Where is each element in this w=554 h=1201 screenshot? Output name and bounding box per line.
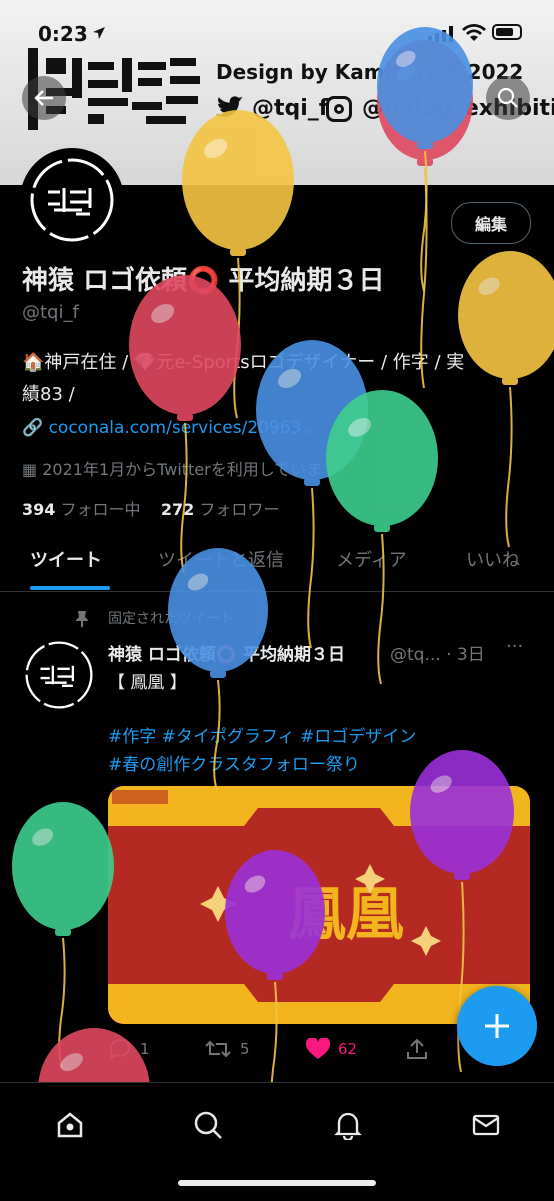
edit-profile-button[interactable]: 編集 bbox=[451, 202, 531, 244]
retweet-button[interactable]: 5 bbox=[204, 1038, 250, 1060]
profile-bio-line1: 🏠神戸在住 / 💎元e-Sportsロゴデザイナー / 作字 / 実 bbox=[22, 352, 465, 373]
mail-icon bbox=[472, 1114, 500, 1136]
tweet-image-title: 鳳凰 bbox=[288, 880, 404, 948]
share-icon bbox=[407, 1038, 427, 1059]
back-button[interactable] bbox=[22, 76, 66, 120]
calendar-icon: ▦ bbox=[22, 460, 38, 479]
compose-tweet-button[interactable] bbox=[457, 986, 537, 1066]
wifi-icon bbox=[462, 24, 486, 46]
nav-notifications[interactable] bbox=[328, 1105, 368, 1145]
joined-text: 2021年1月からTwitterを利用しています bbox=[42, 460, 339, 479]
profile-joined: ▦ 2021年1月からTwitterを利用しています bbox=[22, 456, 338, 480]
like-count: 62 bbox=[338, 1040, 358, 1058]
banner-twitter-handle: @tqi_f bbox=[252, 96, 329, 121]
profile-avatar[interactable] bbox=[20, 148, 124, 252]
balloon bbox=[256, 340, 368, 649]
compose-plus-icon bbox=[485, 1014, 509, 1038]
instagram-icon bbox=[326, 96, 352, 122]
profile-handle: @tqi_f bbox=[22, 302, 79, 323]
pinned-label: 固定されたツイート bbox=[108, 611, 234, 627]
balloon bbox=[458, 251, 554, 548]
like-button[interactable]: 62 bbox=[306, 1038, 357, 1060]
tweet-hashtags-line2[interactable]: #春の創作クラスタフォロー祭り bbox=[108, 750, 360, 775]
tweet-more-button[interactable]: ··· bbox=[506, 636, 523, 657]
home-icon bbox=[57, 1112, 83, 1138]
active-tab-indicator bbox=[30, 586, 110, 590]
profile-bio-line2: 績83 / bbox=[22, 384, 75, 405]
location-arrow-icon bbox=[92, 25, 106, 44]
followers-label: フォロワー bbox=[199, 500, 280, 519]
bell-icon bbox=[334, 1112, 362, 1140]
tweet-hashtags-line1[interactable]: #作字 #タイポグラフィ #ロゴデザイン bbox=[108, 722, 416, 747]
follow-stats: 394 フォロー中 272 フォロワー bbox=[22, 496, 279, 520]
followers-count: 272 bbox=[160, 500, 195, 519]
following-count: 394 bbox=[22, 500, 56, 519]
profile-name: 神猿 ロゴ依頼⭕ 平均納期３日 bbox=[22, 266, 385, 296]
reply-button[interactable]: 1 bbox=[108, 1038, 150, 1060]
tweet-image-art: 鳳凰 bbox=[108, 786, 530, 1024]
search-icon bbox=[194, 1111, 222, 1139]
profile-link-text: coconala.com/services/20963... bbox=[48, 418, 318, 438]
tab-media[interactable]: メディア bbox=[336, 546, 407, 572]
share-button[interactable] bbox=[406, 1038, 428, 1060]
profile-link[interactable]: 🔗 coconala.com/services/20963... bbox=[22, 418, 318, 438]
tweet-avatar[interactable] bbox=[22, 638, 96, 712]
link-icon: 🔗 bbox=[22, 418, 44, 438]
home-indicator bbox=[178, 1180, 376, 1186]
tab-tweets[interactable]: ツイート bbox=[30, 546, 102, 572]
tab-tweets-replies[interactable]: ツイートと返信 bbox=[158, 546, 284, 572]
tweet-author-name[interactable]: 神猿 ロゴ依頼⭕ 平均納期３日 bbox=[108, 640, 345, 665]
following-link[interactable]: 394 フォロー中 bbox=[22, 500, 141, 519]
battery-icon bbox=[492, 24, 522, 40]
heart-icon bbox=[306, 1038, 330, 1059]
search-icon bbox=[497, 87, 518, 108]
balloon bbox=[12, 802, 114, 1069]
retweet-count: 5 bbox=[240, 1040, 250, 1058]
retweet-icon bbox=[205, 1040, 231, 1058]
pin-icon bbox=[74, 610, 90, 632]
reply-count: 1 bbox=[140, 1040, 150, 1058]
nav-home[interactable] bbox=[50, 1105, 90, 1145]
nav-search[interactable] bbox=[188, 1105, 228, 1145]
twitter-bird-icon bbox=[216, 96, 244, 124]
tweet-handle-time: @tq... · 3日 bbox=[390, 645, 485, 665]
reply-icon bbox=[109, 1038, 130, 1060]
following-label: フォロー中 bbox=[60, 500, 141, 519]
tabs-divider bbox=[0, 591, 554, 592]
back-arrow-icon bbox=[34, 90, 53, 106]
nav-messages[interactable] bbox=[466, 1105, 506, 1145]
tweet-text: 【 鳳凰 】 bbox=[108, 673, 187, 693]
followers-link[interactable]: 272 フォロワー bbox=[161, 500, 280, 519]
signal-icon bbox=[428, 26, 454, 46]
tab-likes[interactable]: いいね bbox=[466, 546, 520, 572]
search-button[interactable] bbox=[486, 76, 530, 120]
tweet-image[interactable]: 鳳凰 bbox=[108, 786, 530, 1024]
